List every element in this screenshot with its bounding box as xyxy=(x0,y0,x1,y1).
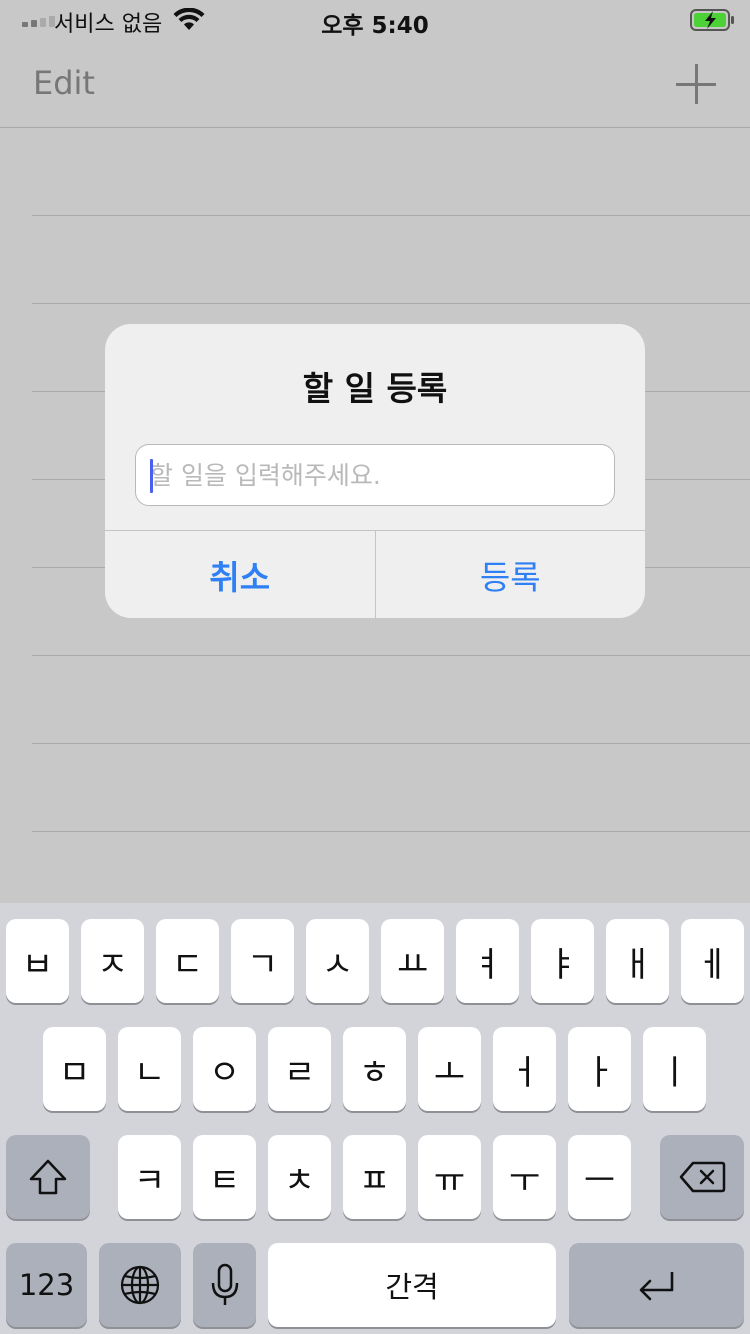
key[interactable]: ㅐ xyxy=(606,919,669,1003)
key[interactable]: ㅔ xyxy=(681,919,744,1003)
microphone-icon xyxy=(211,1263,238,1305)
key[interactable]: ㄴ xyxy=(118,1027,181,1111)
key[interactable]: ㅡ xyxy=(568,1135,631,1219)
cancel-button[interactable]: 취소 xyxy=(105,531,376,618)
todo-input[interactable] xyxy=(150,453,600,497)
key[interactable]: ㅗ xyxy=(418,1027,481,1111)
key[interactable]: ㅈ xyxy=(81,919,144,1003)
key[interactable]: ㄱ xyxy=(231,919,294,1003)
add-todo-alert: 할 일 등록 취소 등록 xyxy=(105,324,645,618)
key[interactable]: ㅓ xyxy=(493,1027,556,1111)
backspace-icon xyxy=(679,1161,726,1193)
shift-icon xyxy=(29,1159,67,1195)
key[interactable]: ㅊ xyxy=(268,1135,331,1219)
table-row[interactable] xyxy=(32,744,750,832)
key[interactable]: ㅠ xyxy=(418,1135,481,1219)
plus-icon[interactable] xyxy=(676,64,716,104)
key[interactable]: ㅋ xyxy=(118,1135,181,1219)
table-row[interactable] xyxy=(32,656,750,744)
key[interactable]: ㅕ xyxy=(456,919,519,1003)
return-icon xyxy=(639,1272,673,1301)
battery-charging-icon xyxy=(690,9,734,31)
key[interactable]: ㅍ xyxy=(343,1135,406,1219)
key[interactable]: ㅌ xyxy=(193,1135,256,1219)
edit-button[interactable]: Edit xyxy=(33,64,95,102)
key[interactable]: ㄷ xyxy=(156,919,219,1003)
key[interactable]: ㅛ xyxy=(381,919,444,1003)
korean-keyboard: ㅂ ㅈ ㄷ ㄱ ㅅ ㅛ ㅕ ㅑ ㅐ ㅔ ㅁ ㄴ ㅇ ㄹ ㅎ ㅗ ㅓ ㅏ ㅣ ㅋ … xyxy=(0,903,750,1334)
register-button[interactable]: 등록 xyxy=(376,531,646,618)
todo-text-field[interactable] xyxy=(135,444,615,506)
key[interactable]: ㅜ xyxy=(493,1135,556,1219)
status-bar: 서비스 없음 오후 5:40 xyxy=(0,0,750,40)
key[interactable]: ㅑ xyxy=(531,919,594,1003)
shift-key[interactable] xyxy=(6,1135,90,1219)
clock: 오후 5:40 xyxy=(321,13,429,39)
dictation-key[interactable] xyxy=(193,1243,256,1327)
alert-title: 할 일 등록 xyxy=(302,369,448,408)
delete-key[interactable] xyxy=(660,1135,744,1219)
key[interactable]: ㅣ xyxy=(643,1027,706,1111)
space-key[interactable]: 간격 xyxy=(268,1243,556,1327)
key[interactable]: ㅎ xyxy=(343,1027,406,1111)
navigation-bar: Edit xyxy=(0,40,750,128)
key[interactable]: ㅏ xyxy=(568,1027,631,1111)
text-cursor xyxy=(150,459,153,493)
key[interactable]: ㅅ xyxy=(306,919,369,1003)
return-key[interactable] xyxy=(569,1243,744,1327)
table-row[interactable] xyxy=(32,128,750,216)
key[interactable]: ㅂ xyxy=(6,919,69,1003)
alert-actions: 취소 등록 xyxy=(105,530,645,618)
numbers-key[interactable]: 123 xyxy=(6,1243,87,1327)
globe-key[interactable] xyxy=(99,1243,181,1327)
table-row[interactable] xyxy=(32,216,750,304)
key[interactable]: ㅇ xyxy=(193,1027,256,1111)
key[interactable]: ㅁ xyxy=(43,1027,106,1111)
key[interactable]: ㄹ xyxy=(268,1027,331,1111)
globe-icon xyxy=(120,1265,160,1305)
